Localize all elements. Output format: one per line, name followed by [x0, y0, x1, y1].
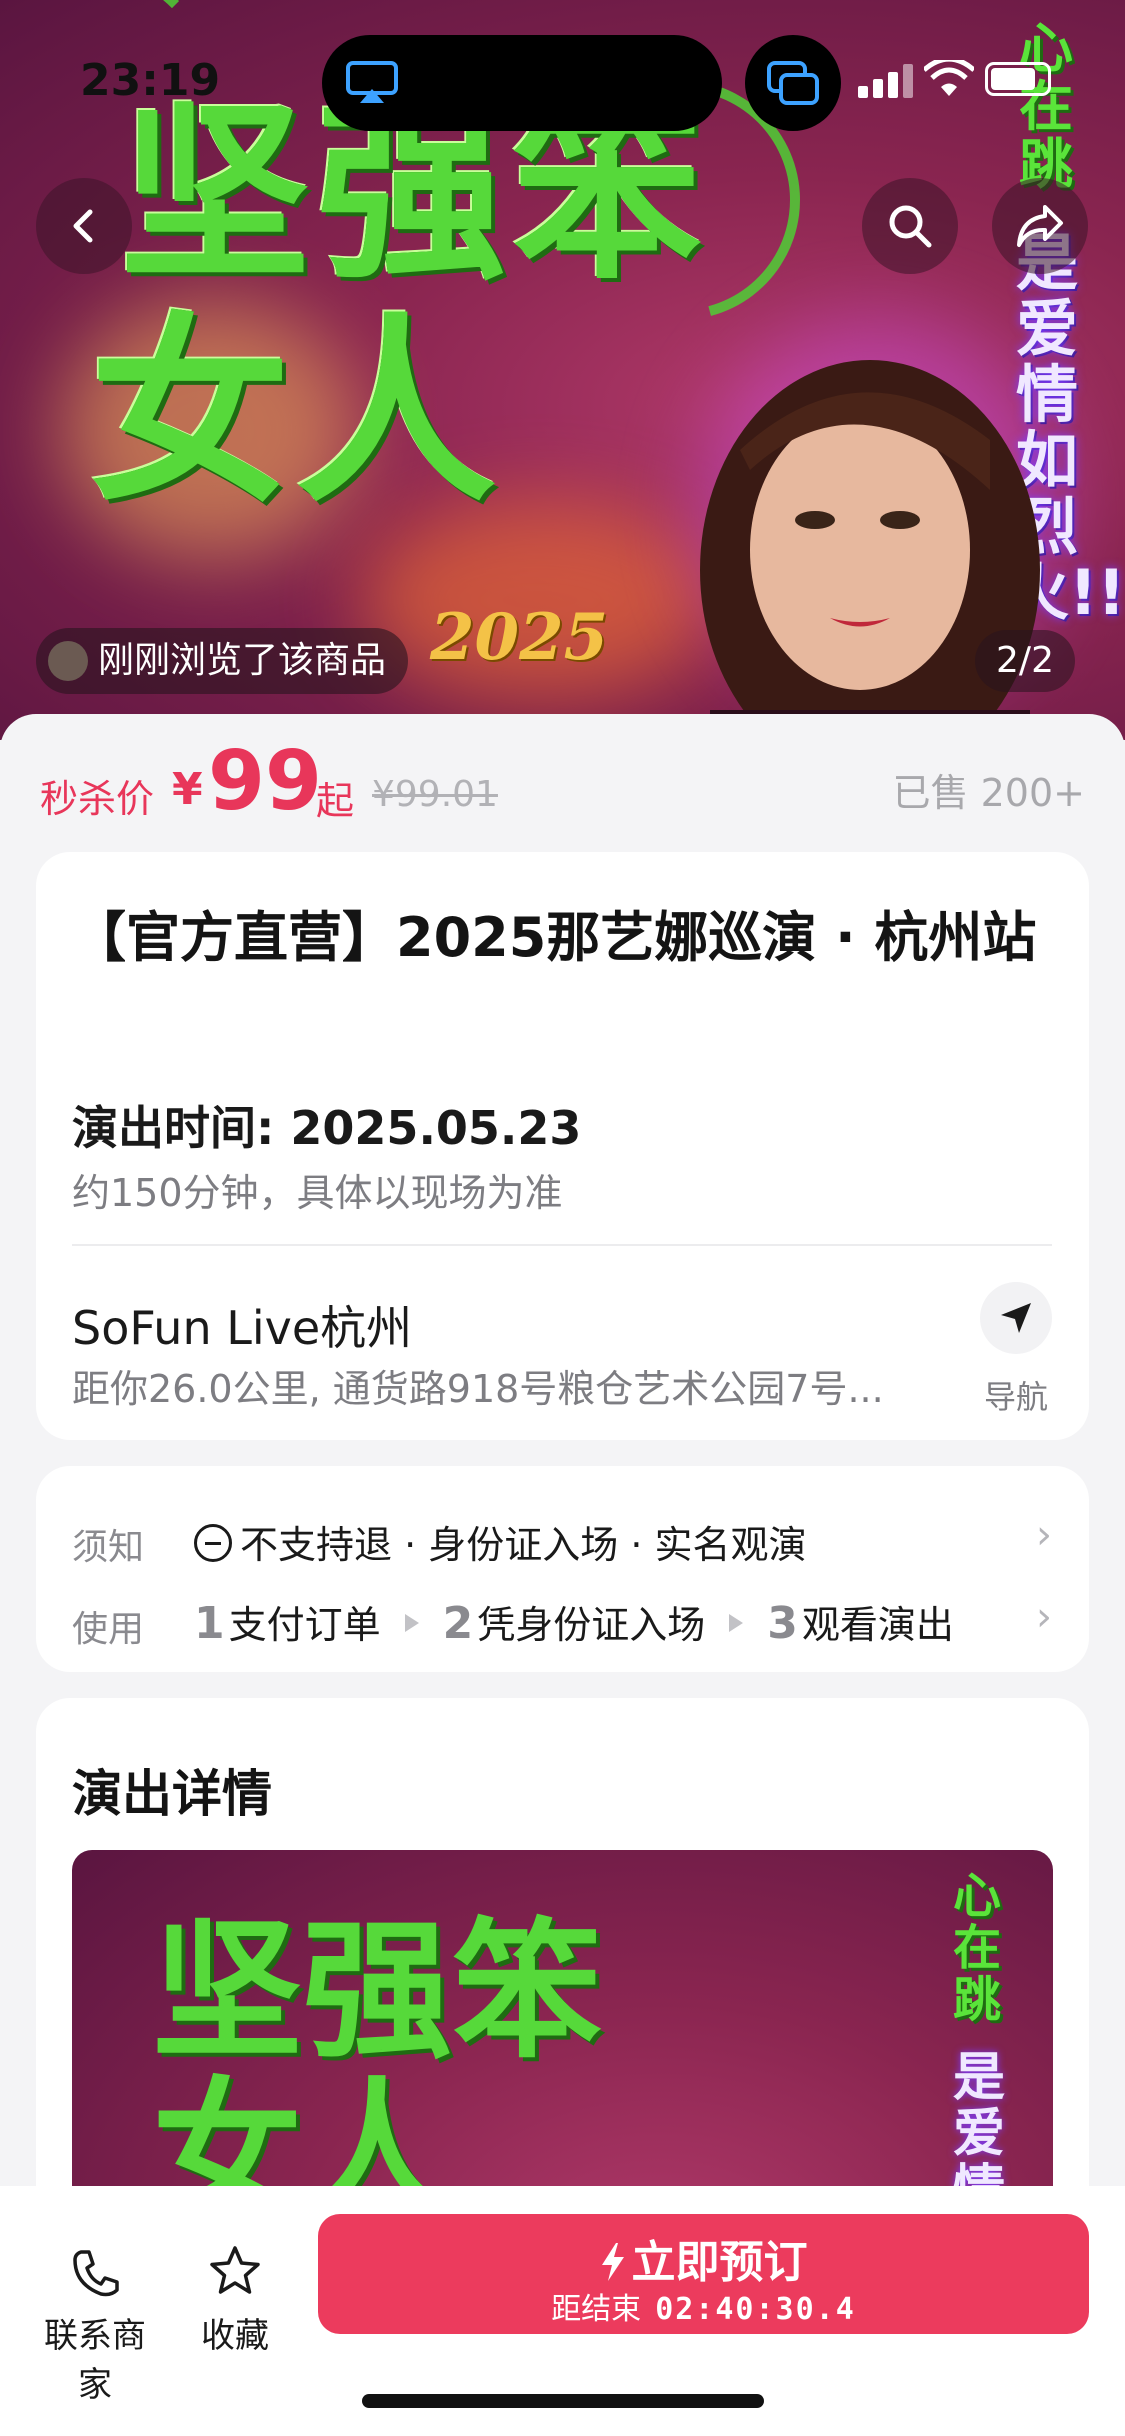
price-label: 秒杀价	[40, 777, 155, 821]
signal-icon	[858, 64, 913, 98]
search-button[interactable]	[862, 178, 958, 274]
pip-indicator	[745, 35, 841, 131]
no-refund-icon	[194, 1524, 232, 1562]
sold-count: 已售 200+	[892, 771, 1085, 815]
status-time: 23:19	[80, 55, 221, 106]
event-title: 【官方直营】2025那艺娜巡演 · 杭州站	[72, 906, 1037, 969]
navigation-icon	[1001, 1303, 1031, 1333]
hero-year: 2025	[430, 600, 609, 675]
avatar	[48, 641, 88, 681]
back-button[interactable]	[36, 178, 132, 274]
navigation-label[interactable]: 导航	[980, 1372, 1052, 1418]
countdown-timer: 02:40:30.4	[655, 2292, 856, 2327]
back-icon	[73, 209, 93, 243]
hero-art-subtitle: 女人	[90, 295, 503, 530]
navigation-button[interactable]	[980, 1282, 1052, 1354]
step-number: 1	[194, 1598, 225, 1649]
detail-title: 演出详情	[72, 1765, 272, 1823]
favorite-label: 收藏	[201, 2316, 269, 2356]
favorite-button[interactable]: 收藏	[180, 2228, 290, 2357]
step-label: 凭身份证入场	[477, 1603, 706, 1647]
venue-name[interactable]: SoFun Live杭州	[72, 1292, 412, 1358]
dynamic-island	[322, 35, 722, 131]
lightning-icon	[601, 2243, 624, 2281]
book-now-label: 立即预订	[631, 2237, 808, 2288]
book-now-main: 立即预订	[318, 2226, 1089, 2290]
event-info-card: 【官方直营】2025那艺娜巡演 · 杭州站 演出时间: 2025.05.23 约…	[36, 852, 1089, 1440]
notice-row[interactable]: 不支持退 · 身份证入场 · 实名观演	[194, 1514, 806, 1569]
price-value: 99	[208, 734, 323, 829]
show-duration: 约150分钟，具体以现场为准	[72, 1171, 563, 1215]
recently-viewed-chip: 刚刚浏览了该商品	[36, 628, 409, 694]
recently-viewed-text: 刚刚浏览了该商品	[98, 640, 387, 681]
hero-side-top-text: 心在跳	[1019, 17, 1073, 196]
battery-icon	[985, 62, 1051, 96]
step-label: 观看演出	[801, 1603, 954, 1647]
step-number: 3	[767, 1598, 798, 1649]
step-number: 2	[442, 1598, 474, 1649]
step-arrow-icon	[729, 1614, 744, 1632]
airplay-icon	[346, 61, 398, 103]
contact-merchant-label: 联系商家	[44, 2316, 146, 2405]
share-icon	[1017, 205, 1063, 247]
contact-merchant-button[interactable]: 联系商家	[30, 2228, 160, 2406]
countdown-row: 距结束 02:40:30.4	[318, 2284, 1089, 2328]
original-price: ¥99.01	[372, 774, 498, 815]
step-label: 支付订单	[228, 1603, 381, 1647]
show-time: 演出时间: 2025.05.23	[72, 1101, 582, 1155]
share-button[interactable]	[992, 178, 1088, 274]
poster-side-top-text: 心在跳	[953, 1868, 1002, 2028]
star-icon	[210, 2246, 260, 2294]
phone-icon	[73, 2250, 119, 2297]
notice-text: 不支持退 · 身份证入场 · 实名观演	[240, 1523, 807, 1567]
usage-label: 使用	[72, 1609, 145, 1650]
price-row: 秒杀价 ¥ 99 起 ¥99.01 已售 200+	[40, 734, 1085, 829]
price-suffix: 起	[316, 779, 355, 823]
book-now-button[interactable]: 立即预订 距结束 02:40:30.4	[318, 2214, 1089, 2334]
chevron-right-icon[interactable]: ›	[1036, 1594, 1052, 1640]
step-arrow-icon	[404, 1614, 419, 1632]
countdown-label: 距结束	[551, 2292, 642, 2327]
venue-address[interactable]: 距你26.0公里, 通货路918号粮仓艺术公园7号...	[72, 1358, 972, 1413]
pip-icon	[767, 61, 819, 105]
image-page-indicator: 2/2	[975, 630, 1075, 692]
wifi-icon	[924, 60, 974, 96]
home-indicator[interactable]	[362, 2394, 764, 2408]
price-currency: ¥	[172, 764, 203, 815]
chevron-right-icon[interactable]: ›	[1036, 1512, 1052, 1558]
divider	[72, 1244, 1052, 1246]
search-icon	[889, 205, 932, 248]
notice-label: 须知	[72, 1527, 145, 1568]
usage-steps[interactable]: 1 支付订单 2 凭身份证入场 3 观看演出	[194, 1594, 954, 1649]
notice-card: 须知 不支持退 · 身份证入场 · 实名观演 › 使用 1 支付订单 2 凭身份证入场…	[36, 1466, 1089, 1672]
